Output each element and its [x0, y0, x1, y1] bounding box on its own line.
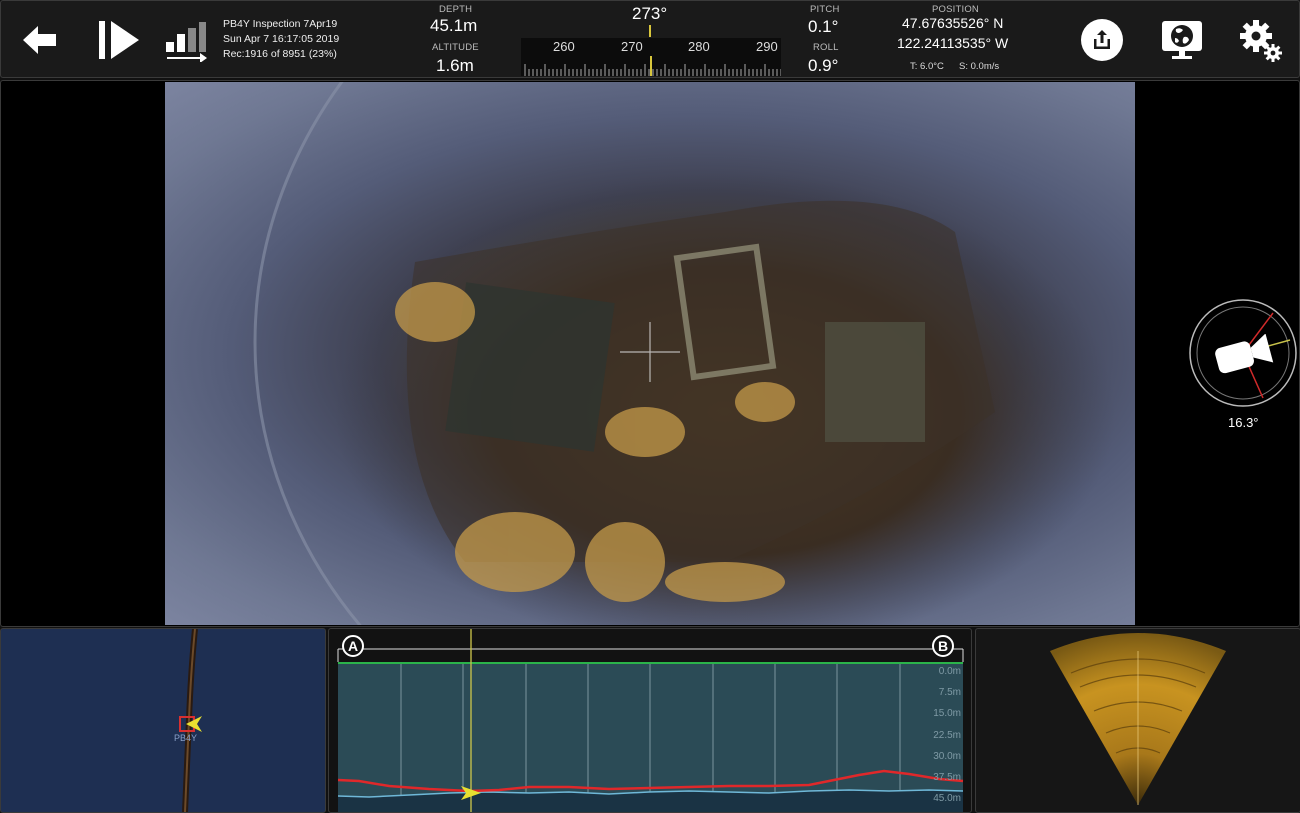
recording-progress: Rec:1916 of 8951 (23%): [223, 48, 337, 60]
settings-gear-button[interactable]: [1237, 17, 1285, 65]
sonar-panel[interactable]: [975, 628, 1300, 813]
depth-axis-label: 30.0m: [933, 751, 961, 762]
share-icon: [1094, 30, 1110, 49]
altitude-label: ALTITUDE: [432, 42, 479, 53]
compass-tick-label: 280: [688, 39, 710, 54]
back-arrow-icon[interactable]: [19, 19, 61, 61]
depth-profile-panel[interactable]: A B 0.0m 7.5m 15.0m 22.5m 30.0m 37.5m 45…: [328, 628, 972, 813]
video-scene: [253, 82, 1115, 625]
screen-globe-button[interactable]: [1159, 18, 1205, 62]
recording-title: PB4Y Inspection 7Apr19: [223, 18, 338, 30]
roll-value: 0.9°: [808, 56, 839, 75]
sonar-fan-image: [1050, 633, 1226, 805]
pitch-value: 0.1°: [808, 17, 839, 36]
roll-label: ROLL: [813, 42, 839, 53]
top-toolbar: PB4Y Inspection 7Apr19 Sun Apr 7 16:17:0…: [0, 0, 1300, 78]
depth-label: DEPTH: [439, 4, 473, 15]
pitch-label: PITCH: [810, 4, 840, 15]
depth-axis-label: 0.0m: [938, 666, 961, 677]
screen-globe-icon: [1162, 21, 1202, 59]
profile-end-marker[interactable]: B: [932, 635, 954, 657]
profile-start-label: A: [347, 638, 359, 654]
recording-datetime: Sun Apr 7 16:17:05 2019: [223, 33, 340, 45]
video-camera-icon: [1212, 333, 1274, 379]
compass-tick-label: 270: [621, 39, 643, 54]
signal-bars-icon[interactable]: [163, 19, 209, 63]
depth-axis-label: 22.5m: [933, 730, 961, 741]
camera-tilt-gauge[interactable]: [1188, 298, 1298, 408]
depth-axis-label: 7.5m: [938, 687, 961, 698]
profile-end-label: B: [937, 638, 949, 654]
profile-start-marker[interactable]: A: [342, 635, 364, 657]
compass-tick-label: 290: [756, 39, 778, 54]
depth-value: 45.1m: [430, 16, 478, 35]
position-label: POSITION: [932, 4, 979, 15]
map-track: [182, 629, 198, 812]
heading-pointer: [649, 25, 651, 37]
recording-info: PB4Y Inspection 7Apr19 Sun Apr 7 16:17:0…: [223, 17, 339, 62]
profile-chart: [337, 629, 964, 812]
share-button[interactable]: [1081, 19, 1123, 61]
altitude-value: 1.6m: [436, 56, 474, 75]
speed-value: S: 0.0m/s: [959, 61, 1000, 72]
longitude-value: 122.24113535° W: [897, 35, 1009, 51]
settings-gear-icon: [1240, 20, 1282, 62]
camera-tilt-value: 16.3°: [1228, 415, 1259, 430]
compass-tick-label: 260: [553, 39, 575, 54]
play-step-icon[interactable]: [93, 17, 143, 63]
depth-axis-label: 45.0m: [933, 793, 961, 804]
temperature-value: T: 6.0°C: [910, 61, 944, 72]
depth-axis-label: 37.5m: [933, 772, 961, 783]
video-panel: 16.3°: [0, 80, 1300, 627]
heading-value: 273°: [632, 4, 668, 23]
heading-compass-strip: 260 270 280 290: [521, 38, 786, 76]
map-marker-label: PB4Y: [174, 733, 198, 743]
depth-axis-label: 15.0m: [933, 708, 961, 719]
underwater-video-feed[interactable]: [165, 82, 1135, 625]
mini-map-panel[interactable]: PB4Y: [0, 628, 326, 813]
latitude-value: 47.67635526° N: [902, 15, 1004, 31]
